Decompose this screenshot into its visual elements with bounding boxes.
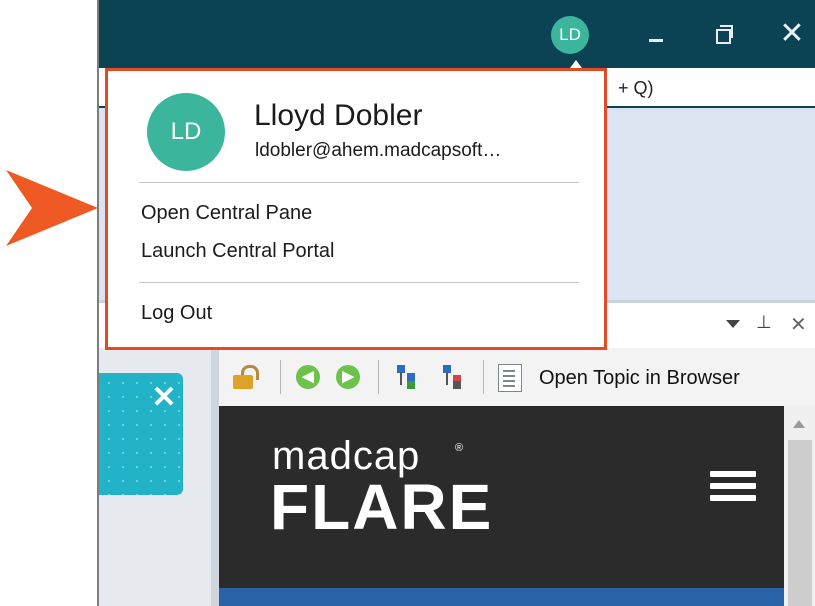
sidebar-card-close-icon[interactable]: ✕ [146, 380, 182, 416]
toolbar-separator [280, 360, 281, 394]
account-name: Lloyd Dobler [254, 99, 423, 132]
document-icon[interactable] [498, 364, 522, 392]
log-out-item[interactable]: Log Out [141, 302, 212, 325]
upper-panel-content [605, 112, 815, 298]
pane-splitter[interactable] [211, 348, 219, 606]
back-icon[interactable]: ◀ [296, 365, 320, 389]
brand-flare-text: FLARE [270, 471, 494, 543]
pane-close-icon[interactable]: ✕ [790, 312, 807, 337]
search-shortcut-hint: + Q) [618, 78, 654, 98]
pane-dropdown-icon[interactable] [726, 320, 740, 328]
hamburger-menu-icon[interactable] [710, 471, 756, 501]
tree-icon[interactable] [441, 365, 463, 389]
preview-nav-bar [219, 588, 784, 606]
forward-icon[interactable]: ▶ [336, 365, 360, 389]
launch-central-portal-item[interactable]: Launch Central Portal [141, 240, 334, 263]
lock-icon[interactable] [233, 365, 259, 389]
toolbar-separator [483, 360, 484, 394]
account-avatar: LD [147, 93, 225, 171]
menu-divider [139, 182, 579, 183]
open-central-pane-item[interactable]: Open Central Pane [141, 202, 312, 225]
scroll-thumb[interactable] [788, 440, 812, 606]
user-avatar-button[interactable]: LD [551, 16, 589, 54]
close-window-button[interactable]: ✕ [772, 14, 812, 54]
pin-icon[interactable]: ⊥ [756, 312, 772, 333]
callout-arrow-icon [6, 170, 98, 246]
tree-icon[interactable] [395, 365, 417, 389]
brand-registered-mark: ® [455, 442, 464, 454]
minimize-button[interactable] [636, 14, 676, 54]
restore-button[interactable] [705, 14, 745, 54]
menu-divider [139, 282, 579, 283]
toolbar-separator [378, 360, 379, 394]
popup-caret [570, 60, 582, 68]
open-topic-in-browser-button[interactable]: Open Topic in Browser [539, 367, 740, 390]
scroll-up-icon[interactable] [793, 420, 805, 428]
window-left-border [97, 0, 99, 606]
account-email: ldobler@ahem.madcapsoft… [255, 140, 502, 161]
